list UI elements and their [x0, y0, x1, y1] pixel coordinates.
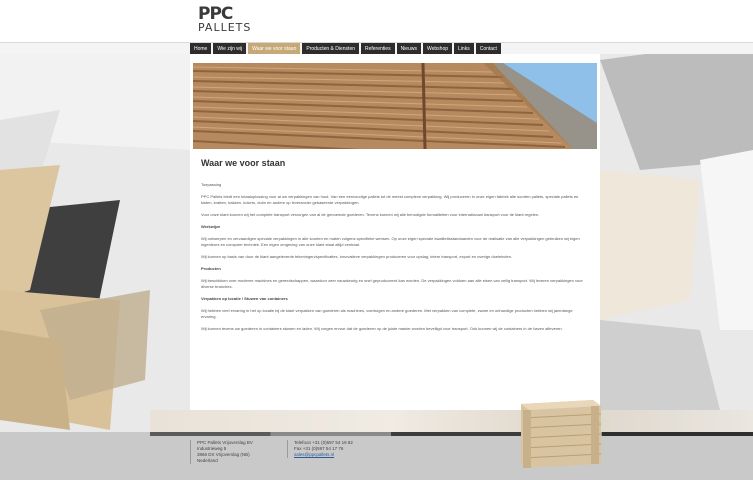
site-footer: PPC Pallets Vrijoverslag BV Industrieweg…	[0, 432, 753, 480]
main-navigation: Home Wie zijn wij Waar we voor staan Pro…	[0, 42, 753, 55]
paragraph: Wij kunnen op basis van door de klant aa…	[201, 254, 513, 259]
footer-color-band	[150, 432, 753, 436]
section-heading: Producten	[201, 266, 221, 271]
article: Waar we voor staan Toepassing PPC Pallet…	[201, 158, 589, 338]
paragraph: Voor onze klant kunnen wij het complete …	[201, 212, 540, 217]
logo-bottom-text: PALLETS	[198, 21, 252, 34]
decorative-strip	[150, 410, 753, 434]
footer-contact: Telefoon +31 (0)597 54 19 82 Fax +31 (0)…	[287, 440, 353, 458]
site-header: PPC PALLETS	[0, 0, 753, 42]
main-content: Waar we voor staan Toepassing PPC Pallet…	[190, 54, 600, 410]
paragraph: PPC Pallets biedt een totaaloplossing vo…	[201, 194, 579, 205]
logo-top-text: PPC	[198, 4, 233, 24]
wooden-crate-icon	[517, 398, 603, 470]
footer-email-link[interactable]: sales@ppcpallets.nl	[294, 452, 353, 458]
footer-address: PPC Pallets Vrijoverslag BV Industrieweg…	[190, 440, 253, 464]
paragraph: Wij ontwerpen en vervaardigen speciale v…	[201, 236, 580, 247]
hero-image-wood-stacks	[193, 63, 597, 149]
section-heading: Werkwijze	[201, 224, 221, 229]
paragraph: Wij beschikken over moderne machines en …	[201, 278, 583, 289]
footer-country: Nederland	[197, 458, 218, 463]
paragraph: Toepassing	[201, 182, 222, 187]
section-heading: Verpakken op locatie / Stuwen van contai…	[201, 296, 288, 301]
page-title: Waar we voor staan	[201, 158, 286, 168]
paragraph: Wij hebben veel ervaring in het op locat…	[201, 308, 573, 319]
paragraph: Wij kunnen tevens uw goederen in contain…	[201, 326, 563, 331]
ppc-pallets-logo[interactable]: PPC PALLETS	[198, 6, 258, 38]
